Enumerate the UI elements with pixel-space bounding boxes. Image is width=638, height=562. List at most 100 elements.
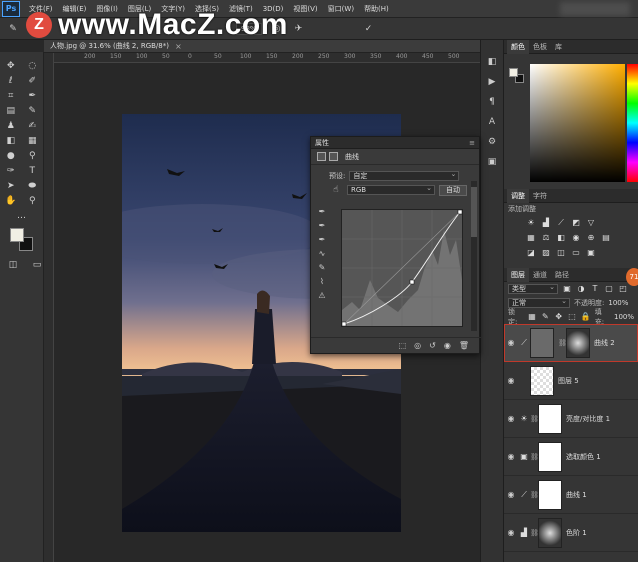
history-panel-icon[interactable]: ◧ <box>481 52 503 72</box>
auto-button[interactable]: 自动 <box>439 184 467 196</box>
mask-thumb[interactable] <box>538 479 562 510</box>
marquee-tool-icon[interactable]: ◌ <box>25 59 39 72</box>
dodge-tool-icon[interactable]: ⚲ <box>25 149 39 162</box>
airbrush-icon[interactable]: ✈ <box>292 22 306 35</box>
visibility-eye-icon[interactable]: ◉ <box>504 528 518 537</box>
shape-tool-icon[interactable]: ⬬ <box>25 179 39 192</box>
curves-adjust-icon[interactable] <box>317 152 326 161</box>
selective-color-adjust-icon[interactable]: ▣ <box>586 248 596 258</box>
lock-artboard-icon[interactable]: ⬚ <box>567 312 576 322</box>
hue-sat-adjust-icon[interactable]: ▦ <box>526 233 536 243</box>
reset-icon[interactable]: ↺ <box>429 341 436 350</box>
properties-scrollbar[interactable] <box>471 181 477 331</box>
hue-slider[interactable] <box>627 64 638 182</box>
curves-adjust-icon[interactable]: ⟋ <box>556 218 566 228</box>
visibility-eye-icon[interactable]: ◉ <box>504 376 518 385</box>
curve-point-icon[interactable]: ∿ <box>315 249 329 263</box>
tab-paths[interactable]: 路径 <box>551 268 573 282</box>
lock-all-icon[interactable]: 🔒 <box>581 312 591 322</box>
eyedropper-black-icon[interactable]: ✒ <box>315 207 329 221</box>
menu-window[interactable]: 窗口(W) <box>323 0 359 18</box>
target-adjust-icon[interactable]: ☝ <box>329 184 343 197</box>
zoom-tool-icon[interactable]: ⚲ <box>25 194 39 207</box>
lock-pixels-icon[interactable]: ▦ <box>527 312 536 322</box>
eyedropper-gray-icon[interactable]: ✒ <box>315 221 329 235</box>
layer-row[interactable]: ◉ ▣ ⛓ 选取颜色 1 <box>504 438 638 476</box>
exposure-adjust-icon[interactable]: ◩ <box>571 218 581 228</box>
eyedropper-tool-icon[interactable]: ✒ <box>25 89 39 102</box>
color-lookup-adjust-icon[interactable]: ▤ <box>601 233 611 243</box>
stamp-tool-icon[interactable]: ♟ <box>4 119 18 132</box>
blend-mode-select[interactable]: 正常 <box>508 297 570 308</box>
visibility-eye-icon[interactable]: ◉ <box>504 414 518 423</box>
panel-menu-icon[interactable]: ≡ <box>469 139 475 147</box>
symmetry-icon[interactable]: ✓ <box>362 22 376 35</box>
notification-badge-icon[interactable]: 71 <box>626 268 638 286</box>
photo-filter-adjust-icon[interactable]: ◉ <box>571 233 581 243</box>
properties-header[interactable]: 属性 ≡ <box>311 137 479 149</box>
type-tool-icon[interactable]: T <box>25 164 39 177</box>
actions-panel-icon[interactable]: ▶ <box>481 72 503 92</box>
layer-row[interactable]: ◉ ☀ ⛓ 亮度/对比度 1 <box>504 400 638 438</box>
quick-select-icon[interactable]: ✐ <box>25 74 39 87</box>
paragraph-panel-icon[interactable]: ¶ <box>481 92 503 112</box>
color-fg-swatch[interactable] <box>509 68 518 77</box>
mask-thumb[interactable] <box>538 403 562 434</box>
lasso-tool-icon[interactable]: ℓ <box>4 74 18 87</box>
mask-icon[interactable] <box>329 152 338 161</box>
history-brush-icon[interactable]: ✍ <box>25 119 39 132</box>
levels-adjust-icon[interactable]: ▟ <box>541 218 551 228</box>
gradient-map-adjust-icon[interactable]: ▭ <box>571 248 581 258</box>
properties-panel-icon[interactable]: ▣ <box>481 152 503 172</box>
opacity-value[interactable]: 100% <box>608 299 628 307</box>
tab-color[interactable]: 颜色 <box>507 39 529 54</box>
mask-thumb[interactable] <box>538 517 562 548</box>
visibility-eye-icon[interactable]: ◉ <box>504 452 518 461</box>
eyedropper-white-icon[interactable]: ✒ <box>315 235 329 249</box>
layer-row[interactable]: ◉ 图层 5 <box>504 362 638 400</box>
clipping-warning-icon[interactable]: ⚠ <box>315 291 329 305</box>
pen-tool-icon[interactable]: ✑ <box>4 164 18 177</box>
smooth-icon[interactable]: ⌇ <box>315 277 329 291</box>
tab-swatches[interactable]: 色板 <box>529 40 551 54</box>
pencil-icon[interactable]: ✎ <box>315 263 329 277</box>
filter-smart-icon[interactable]: ◰ <box>618 284 628 294</box>
filter-adjust-icon[interactable]: ◑ <box>576 284 586 294</box>
layer-row[interactable]: ◉ ⟋ ⛓ 曲线 2 <box>504 324 638 362</box>
tab-libraries[interactable]: 库 <box>551 40 566 54</box>
foreground-color-swatch[interactable] <box>10 228 24 242</box>
adjust-panel-icon[interactable]: ⚙ <box>481 132 503 152</box>
screen-mode-icon[interactable]: ▭ <box>30 258 44 271</box>
blur-tool-icon[interactable]: ● <box>4 149 18 162</box>
tab-character[interactable]: 字符 <box>529 189 551 203</box>
layer-row[interactable]: ◉ ▟ ⛓ 色阶 1 <box>504 514 638 552</box>
brightness-adjust-icon[interactable]: ☀ <box>526 218 536 228</box>
brush-tool-icon[interactable]: ✎ <box>6 22 20 35</box>
threshold-adjust-icon[interactable]: ◫ <box>556 248 566 258</box>
hand-tool-icon[interactable]: ✋ <box>4 194 18 207</box>
fill-value[interactable]: 100% <box>614 313 634 321</box>
more-tools-icon[interactable]: … <box>15 209 29 222</box>
vibrance-adjust-icon[interactable]: ▽ <box>586 218 596 228</box>
menu-help[interactable]: 帮助(H) <box>359 0 394 18</box>
move-tool-icon[interactable]: ✥ <box>4 59 18 72</box>
gradient-tool-icon[interactable]: ▦ <box>25 134 39 147</box>
healing-tool-icon[interactable]: ▤ <box>4 104 18 117</box>
bw-adjust-icon[interactable]: ◧ <box>556 233 566 243</box>
brush-tool-icon-2[interactable]: ✎ <box>25 104 39 117</box>
filter-shape-icon[interactable]: ▢ <box>604 284 614 294</box>
mask-thumb[interactable] <box>566 327 590 358</box>
invert-adjust-icon[interactable]: ◪ <box>526 248 536 258</box>
color-field[interactable] <box>530 64 625 182</box>
tab-channels[interactable]: 通道 <box>529 268 551 282</box>
visibility-eye-icon[interactable]: ◉ <box>504 490 518 499</box>
crop-tool-icon[interactable]: ⌗ <box>4 89 18 102</box>
channel-mixer-adjust-icon[interactable]: ⊕ <box>586 233 596 243</box>
preset-select[interactable]: 自定 <box>349 170 460 181</box>
quick-mask-icon[interactable]: ◫ <box>6 258 20 271</box>
eraser-tool-icon[interactable]: ◧ <box>4 134 18 147</box>
path-select-icon[interactable]: ➤ <box>4 179 18 192</box>
color-balance-adjust-icon[interactable]: ⚖ <box>541 233 551 243</box>
layer-filter-select[interactable]: 类型 <box>508 283 558 294</box>
visibility-eye-icon[interactable]: ◉ <box>504 338 518 347</box>
